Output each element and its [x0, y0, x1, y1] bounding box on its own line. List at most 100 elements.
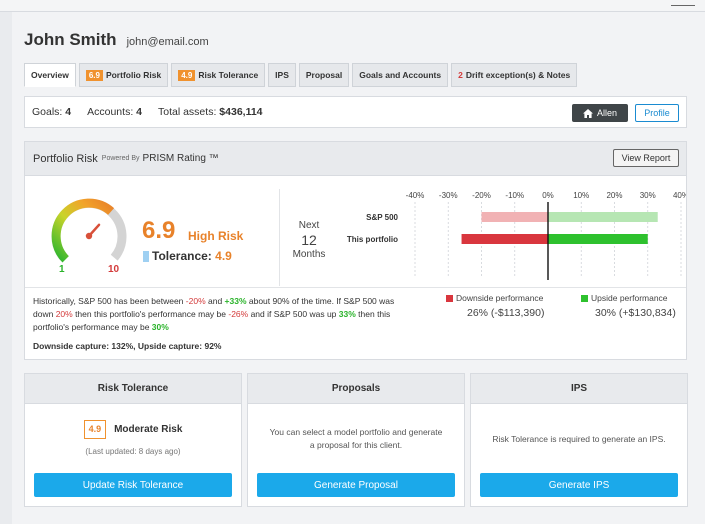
gauge-fill: [51, 198, 115, 263]
card-text: Risk Tolerance is required to generate a…: [492, 433, 666, 444]
tab-label: Goals and Accounts: [359, 70, 442, 80]
tab-badge: 6.9: [85, 69, 103, 81]
risk-tolerance-card: Risk Tolerance 4.9 Moderate Risk (Last u…: [24, 373, 242, 507]
prism-rating-label: PRISM Rating ™: [142, 153, 219, 164]
client-header: John Smith john@email.com: [24, 30, 209, 50]
risk-gauge: [51, 198, 127, 263]
button-label: Generate Proposal: [314, 479, 398, 491]
tab-drift-notes[interactable]: 2 Drift exception(s) & Notes: [451, 63, 578, 87]
upside-value: 30% (+$130,834): [595, 307, 676, 319]
tab-label: Portfolio Risk: [105, 70, 162, 80]
category-label: This portfolio: [347, 235, 398, 244]
x-tick-label: -40%: [406, 191, 425, 200]
downside-value: 26% (-$113,390): [467, 307, 545, 319]
divider: [25, 287, 686, 288]
x-tick-label: 30%: [640, 191, 656, 200]
tolerance-label: Tolerance:: [152, 249, 212, 263]
card-title: Risk Tolerance: [25, 374, 241, 404]
x-tick-label: 0%: [542, 191, 554, 200]
menu-line: [671, 5, 695, 6]
card-body: You can select a model portfolio and gen…: [248, 404, 464, 474]
risk-panel-header: Portfolio Risk Powered By PRISM Rating ™…: [25, 142, 686, 176]
tolerance-badge: 4.9: [83, 420, 107, 439]
tab-overview[interactable]: Overview: [24, 63, 76, 87]
update-risk-tolerance-button[interactable]: Update Risk Tolerance: [34, 473, 232, 497]
tab-portfolio-risk[interactable]: 6.9 Portfolio Risk: [78, 63, 169, 87]
risk-panel-title: Portfolio Risk: [33, 152, 98, 165]
assets-label: Total assets:: [158, 106, 217, 118]
tolerance: Tolerance: 4.9: [152, 249, 232, 263]
button-label: Generate IPS: [548, 479, 610, 491]
accounts-stat: Accounts: 4: [87, 106, 142, 118]
tab-count: 2: [458, 70, 463, 80]
tab-risk-tolerance[interactable]: 4.9 Risk Tolerance: [171, 63, 266, 87]
view-report-label: View Report: [621, 153, 671, 163]
tolerance-value: 4.9: [215, 249, 232, 263]
powered-by: Powered By: [101, 155, 140, 162]
client-page: John Smith john@email.com Overview 6.9 Po…: [12, 12, 705, 524]
legend-upside: Upside performance: [581, 293, 668, 303]
tab-label: Overview: [31, 70, 69, 80]
ips-card: IPS Risk Tolerance is required to genera…: [470, 373, 688, 507]
downside-bar: [481, 212, 548, 222]
note-text: Historically, S&P 500 has been between: [33, 296, 186, 306]
tab-bar: Overview 6.9 Portfolio Risk 4.9 Risk Toler…: [24, 63, 578, 87]
tab-badge: 4.9: [178, 69, 196, 81]
risk-explanation: Historically, S&P 500 has been between -…: [33, 295, 413, 334]
x-tick-label: -30%: [439, 191, 458, 200]
downside-bar: [461, 234, 548, 244]
legend-downside: Downside performance: [446, 293, 543, 303]
card-title: Proposals: [248, 374, 464, 404]
divider: [279, 189, 280, 286]
tolerance-row: 4.9 Moderate Risk: [83, 420, 182, 439]
view-report-button[interactable]: View Report: [613, 149, 679, 167]
note-text: then this portfolio's performance may be: [72, 309, 229, 319]
note-value: -20%: [185, 296, 206, 306]
category-label: S&P 500: [366, 213, 398, 222]
note-value: +33%: [224, 296, 247, 306]
tab-ips[interactable]: IPS: [268, 63, 296, 87]
upside-bar: [548, 234, 648, 244]
client-email[interactable]: john@email.com: [127, 36, 209, 48]
summary-bar: Goals: 4 Accounts: 4 Total assets: $436,…: [24, 96, 687, 128]
legend-swatch: [581, 295, 588, 302]
generate-ips-button[interactable]: Generate IPS: [480, 473, 678, 497]
last-updated: (Last updated: 8 days ago): [85, 447, 181, 456]
legend-label: Downside performance: [456, 293, 544, 303]
upside-bar: [548, 212, 658, 222]
card-text: You can select a model portfolio and gen…: [269, 427, 443, 450]
card-body: 4.9 Moderate Risk (Last updated: 8 days …: [25, 404, 241, 474]
note-text: and: [205, 296, 225, 306]
assets-value: $436,114: [219, 106, 263, 118]
card-title: IPS: [471, 374, 687, 404]
tab-proposal[interactable]: Proposal: [298, 63, 350, 87]
tab-label: Proposal: [305, 70, 343, 80]
button-label: Update Risk Tolerance: [82, 479, 184, 491]
x-tick-label: 40%: [673, 191, 686, 200]
x-tick-label: 20%: [606, 191, 622, 200]
legend-label: Upside performance: [591, 293, 668, 303]
house-icon: [582, 108, 593, 118]
risk-score: 6.9: [142, 217, 176, 244]
goals-stat: Goals: 4: [32, 106, 71, 118]
profile-button[interactable]: Profile: [635, 104, 679, 122]
note-value: -26%: [228, 309, 249, 319]
advisor-button[interactable]: Allen: [572, 104, 628, 122]
performance-chart: -40% -30% -20% -10% 0% 10% 20% 30% 40% S&P 500 Thi…: [347, 191, 686, 280]
accounts-value: 4: [136, 106, 142, 118]
generate-proposal-button[interactable]: Generate Proposal: [257, 473, 455, 497]
goals-value: 4: [65, 106, 72, 118]
risk-score-label: High Risk: [188, 229, 244, 243]
goals-label: Goals:: [32, 106, 63, 118]
note-value: 20%: [55, 309, 73, 319]
accounts-label: Accounts:: [87, 106, 134, 118]
tab-label: Risk Tolerance: [198, 70, 259, 80]
tab-goals-accounts[interactable]: Goals and Accounts: [352, 63, 449, 87]
profile-button-label: Profile: [644, 108, 670, 118]
proposals-card: Proposals You can select a model portfol…: [247, 373, 465, 507]
note-value: 30%: [151, 322, 169, 332]
assets-stat: Total assets: $436,114: [158, 106, 263, 118]
x-tick-label: -10%: [505, 191, 524, 200]
legend-swatch: [446, 295, 453, 302]
gauge-min: 1: [59, 264, 65, 275]
